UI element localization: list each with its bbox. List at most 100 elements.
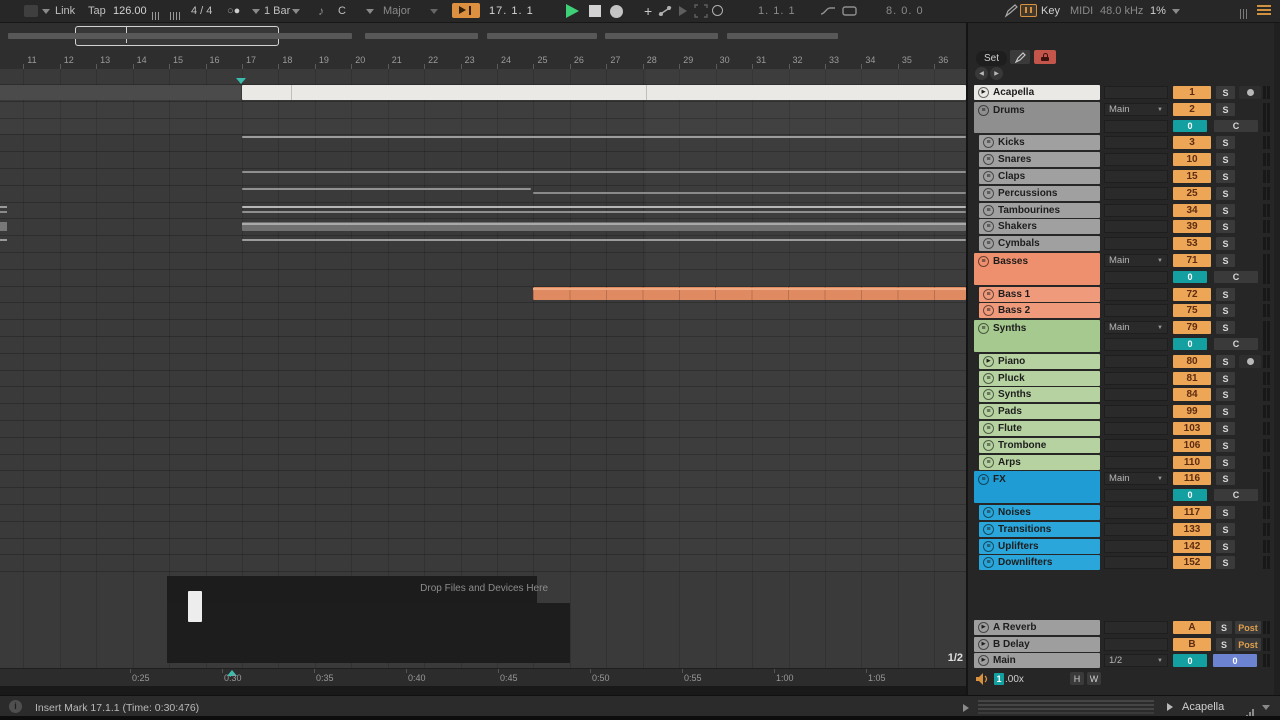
clip-tambourines-a[interactable]	[242, 206, 966, 208]
track-number-box[interactable]: 71	[1173, 254, 1211, 267]
fold-circle-icon[interactable]: ≡	[983, 406, 994, 417]
track-name-tambourines[interactable]: ≡Tambourines	[979, 203, 1100, 218]
track-name-synths[interactable]: ≡Synths	[974, 320, 1100, 352]
drop-zone-lower[interactable]	[167, 603, 570, 663]
hamburger-menu-icon[interactable]	[1257, 5, 1271, 15]
add-track-plus-icon[interactable]: +	[644, 4, 652, 18]
key-map-button[interactable]: Key	[1041, 6, 1060, 17]
track-number-box[interactable]: 79	[1173, 321, 1211, 334]
reenable-automation-icon[interactable]	[679, 6, 687, 16]
track-name-pluck[interactable]: ≡Pluck	[979, 371, 1100, 386]
solo-button[interactable]: S	[1216, 506, 1235, 519]
solo-button[interactable]: S	[1216, 103, 1235, 116]
solo-button[interactable]: S	[1216, 136, 1235, 149]
midi-map-button[interactable]: MIDI	[1070, 6, 1093, 17]
solo-button[interactable]: S	[1216, 288, 1235, 301]
io-box[interactable]	[1104, 237, 1168, 250]
fold-circle-icon[interactable]: ≡	[983, 457, 994, 468]
follow-button[interactable]	[452, 3, 480, 18]
scale-icon[interactable]: ♪	[318, 5, 324, 17]
fold-circle-icon[interactable]: ≡	[983, 188, 994, 199]
quantize-chevron-down-icon[interactable]	[292, 9, 300, 14]
io-box[interactable]	[1104, 540, 1168, 553]
play-circle-icon[interactable]: ▶	[978, 639, 989, 650]
crossfade-value-box[interactable]: 0	[1173, 338, 1207, 350]
io-box[interactable]	[1104, 220, 1168, 233]
bar-number[interactable]: 20	[355, 55, 365, 65]
track-number-box[interactable]: 80	[1173, 355, 1211, 368]
main-track[interactable]: ▶Main	[974, 653, 1100, 668]
clip-claps[interactable]	[242, 171, 966, 173]
stop-button[interactable]	[589, 5, 601, 17]
play-circle-icon[interactable]: ▶	[978, 87, 989, 98]
loop-switch-icon[interactable]	[842, 5, 858, 17]
track-name-cymbals[interactable]: ≡Cymbals	[979, 236, 1100, 251]
bar-number[interactable]: 25	[537, 55, 547, 65]
bar-number[interactable]: 21	[392, 55, 402, 65]
solo-button[interactable]: S	[1216, 422, 1235, 435]
section-chevron-down-icon[interactable]	[430, 9, 438, 14]
bar-number[interactable]: 24	[501, 55, 511, 65]
view-chevron-down-icon[interactable]	[42, 9, 50, 14]
track-name-acapella[interactable]: ▶Acapella	[974, 85, 1100, 100]
dragged-clip-ghost[interactable]	[188, 591, 202, 622]
track-number-box[interactable]: 103	[1173, 422, 1211, 435]
bar-number[interactable]: 33	[829, 55, 839, 65]
computer-midi-keyboard-icon[interactable]	[1020, 4, 1037, 17]
bar-number[interactable]: 11	[27, 55, 36, 65]
io-box[interactable]	[1104, 489, 1168, 502]
bar-number[interactable]: 13	[100, 55, 110, 65]
track-number-box[interactable]: 75	[1173, 304, 1211, 317]
io-routing-dropdown[interactable]: 1/2▼	[1104, 654, 1168, 667]
fold-circle-icon[interactable]: ≡	[983, 137, 994, 148]
preview-speaker-icon[interactable]	[975, 672, 991, 686]
bar-number[interactable]: 19	[319, 55, 329, 65]
solo-button[interactable]: S	[1216, 153, 1235, 166]
solo-button[interactable]: S	[1216, 187, 1235, 200]
cpu-load-display[interactable]: 1%	[1150, 6, 1166, 17]
fold-circle-icon[interactable]: ≡	[983, 524, 994, 535]
track-name-transitions[interactable]: ≡Transitions	[979, 522, 1100, 537]
key-scale-selector[interactable]: Major	[383, 6, 411, 17]
solo-button[interactable]: S	[1216, 321, 1235, 334]
solo-button[interactable]: S	[1216, 523, 1235, 536]
io-box[interactable]	[1104, 86, 1168, 99]
clip-percussions-b[interactable]	[533, 192, 966, 194]
track-number-box[interactable]: 53	[1173, 237, 1211, 250]
track-name-basses[interactable]: ≡Basses	[974, 253, 1100, 285]
bar-number[interactable]: 28	[647, 55, 657, 65]
play-circle-icon[interactable]: ▶	[978, 622, 989, 633]
cpu-chevron-down-icon[interactable]	[1172, 9, 1180, 14]
forward-arrow-button[interactable]: ▶	[990, 67, 1003, 80]
io-box[interactable]	[1104, 556, 1168, 569]
tap-tempo-button[interactable]: Tap	[88, 6, 106, 17]
track-number-box[interactable]: 116	[1173, 472, 1211, 485]
fold-circle-icon[interactable]: ≡	[983, 289, 994, 300]
return-badge[interactable]: B	[1173, 638, 1211, 651]
bar-number[interactable]: 35	[902, 55, 912, 65]
back-arrow-button[interactable]: ◀	[975, 67, 988, 80]
arrangement-area[interactable]: Drop Files and Devices Here 1/2	[0, 69, 966, 668]
track-name-shakers[interactable]: ≡Shakers	[979, 219, 1100, 234]
track-name-piano[interactable]: ▶Piano	[979, 354, 1100, 369]
metronome-chevron-down-icon[interactable]	[252, 9, 260, 14]
playback-speed-value[interactable]: .00x	[1005, 675, 1024, 685]
io-routing-dropdown[interactable]: Main▼	[1104, 472, 1168, 485]
fold-circle-icon[interactable]: ≡	[983, 154, 994, 165]
fold-circle-icon[interactable]: ≡	[983, 557, 994, 568]
bar-number[interactable]: 27	[610, 55, 620, 65]
io-box[interactable]	[1104, 271, 1168, 284]
tempo-field[interactable]: 126.00	[113, 6, 147, 17]
crossfade-assign-button[interactable]: C	[1214, 271, 1258, 283]
solo-button[interactable]: S	[1216, 472, 1235, 485]
track-name-pads[interactable]: ≡Pads	[979, 404, 1100, 419]
loop-length-display[interactable]: 8. 0. 0	[886, 6, 944, 17]
bar-number[interactable]: 34	[865, 55, 875, 65]
track-number-box[interactable]: 110	[1173, 456, 1211, 469]
loop-start-display[interactable]: 1. 1. 1	[758, 6, 816, 17]
bar-number[interactable]: 22	[428, 55, 438, 65]
track-number-box[interactable]: 81	[1173, 372, 1211, 385]
io-box[interactable]	[1104, 638, 1168, 651]
crossfade-assign-button[interactable]: C	[1214, 489, 1258, 501]
main-pan-box[interactable]: 0	[1213, 654, 1257, 667]
